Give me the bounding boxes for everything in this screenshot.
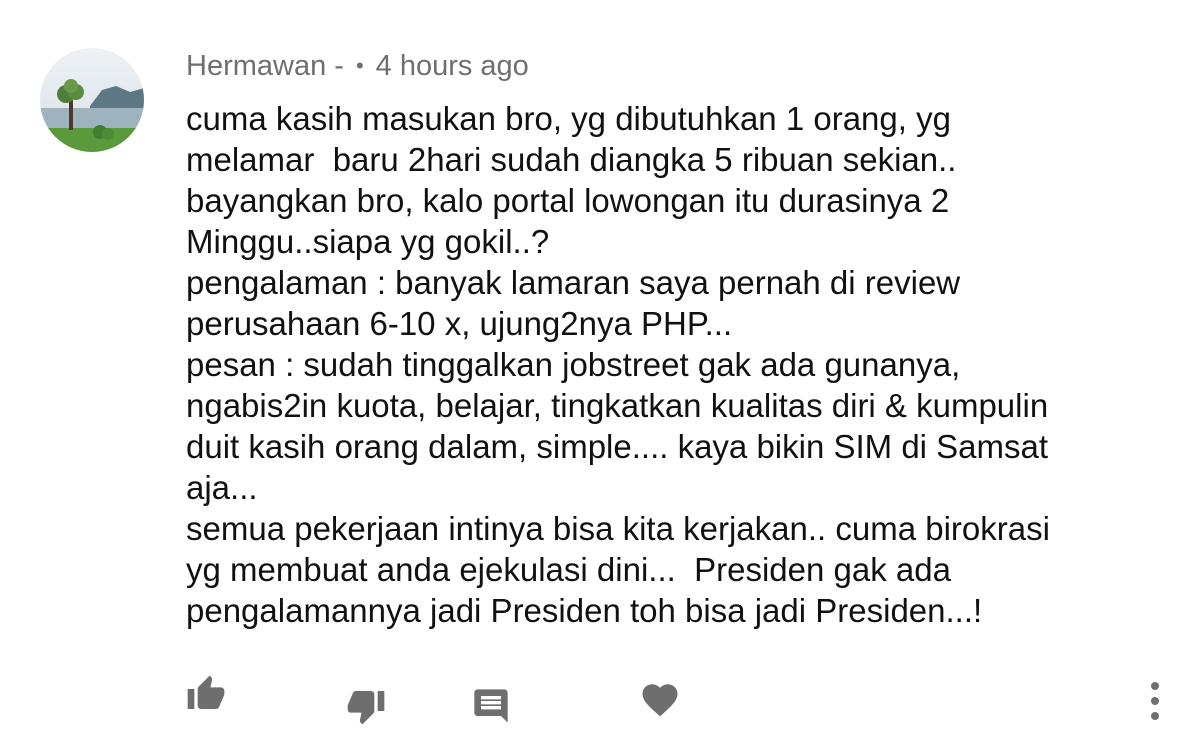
heart-icon [642,684,678,717]
more-options-button[interactable] [1138,676,1172,726]
dislike-button[interactable] [344,684,388,728]
comment-text: cuma kasih masukan bro, yg dibutuhkan 1 … [186,100,1050,629]
author-name[interactable]: Hermawan - [186,50,344,83]
comment-meta: Hermawan - • 4 hours ago [186,46,529,86]
reply-icon [474,689,508,723]
author-avatar[interactable] [40,48,144,152]
meta-separator: • [355,53,364,78]
reply-button[interactable] [469,684,513,728]
heart-button[interactable] [638,678,682,722]
landscape-avatar-image [40,48,144,152]
like-button[interactable] [184,672,228,716]
more-vertical-icon [1151,682,1159,720]
comment-timestamp[interactable]: 4 hours ago [376,50,529,83]
thumbs-down-icon [347,691,385,725]
thumbs-up-icon [187,675,225,709]
